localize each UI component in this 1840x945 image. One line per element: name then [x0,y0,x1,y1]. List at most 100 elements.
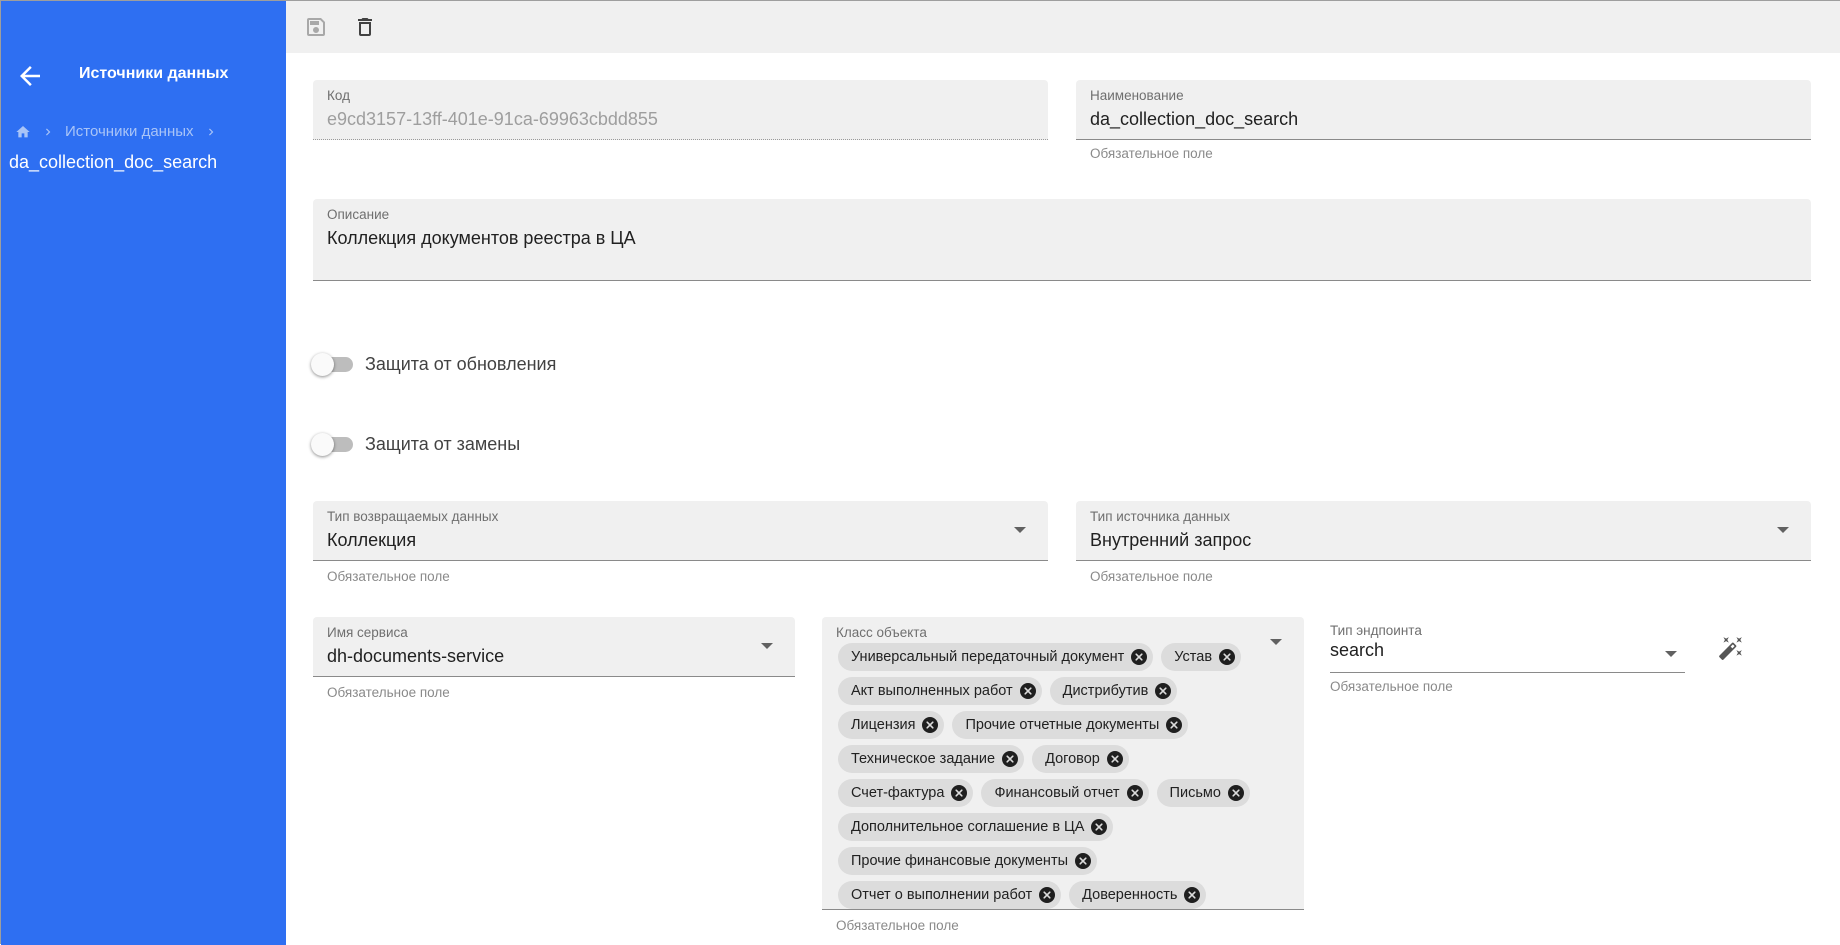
chip-label: Акт выполненных работ [851,683,1013,699]
endpoint-type-select[interactable]: Тип эндпоинта search [1330,623,1685,673]
chip-remove-icon[interactable] [1106,751,1123,767]
object-class-chip: Доверенность [1069,881,1207,909]
chip-remove-icon[interactable] [1019,683,1036,699]
breadcrumb: Источники данных [15,123,218,140]
protect-replace-label: Защита от замены [365,433,521,454]
object-class-multiselect[interactable]: Класс объекта Универсальный передаточный… [822,617,1304,910]
dropdown-arrow-icon[interactable] [1270,639,1282,645]
chip-label: Дополнительное соглашение в ЦА [851,819,1085,835]
object-class-chip: Письмо [1156,779,1250,807]
service-name-label: Имя сервиса [327,625,408,640]
chip-label: Прочие отчетные документы [965,717,1160,733]
source-type-select[interactable]: Тип источника данных Внутренний запрос [1076,501,1811,561]
object-class-chip: Акт выполненных работ [838,677,1042,705]
save-button[interactable] [302,13,330,41]
object-class-chip: Отчет о выполнении работ [838,881,1062,909]
description-label: Описание [327,207,390,222]
name-field[interactable]: Наименование da_collection_doc_search [1076,80,1811,140]
dropdown-arrow-icon[interactable] [1014,527,1026,533]
magic-wand-icon [1719,637,1742,660]
chip-label: Устав [1174,649,1213,665]
chip-remove-icon[interactable] [1075,853,1092,869]
delete-button[interactable] [351,13,379,41]
chip-remove-icon[interactable] [1131,649,1148,665]
chip-remove-icon[interactable] [1227,785,1244,801]
return-type-select[interactable]: Тип возвращаемых данных Коллекция [313,501,1048,561]
chip-remove-icon[interactable] [1166,717,1183,733]
object-class-chip: Дополнительное соглашение в ЦА [838,813,1114,841]
code-value: e9cd3157-13ff-401e-91ca-69963cbdd855 [327,109,658,129]
dropdown-arrow-icon[interactable] [1665,651,1677,657]
description-value[interactable]: Коллекция документов реестра в ЦА [327,228,1797,249]
chip-label: Доверенность [1082,887,1178,903]
code-field: Код e9cd3157-13ff-401e-91ca-69963cbdd855 [313,80,1048,140]
chip-label: Счет-фактура [851,785,945,801]
endpoint-type-hint: Обязательное поле [1330,679,1453,694]
chip-label: Прочие финансовые документы [851,853,1069,869]
object-class-chip: Техническое задание [838,745,1025,773]
description-field[interactable]: Описание Коллекция документов реестра в … [313,199,1811,281]
chip-label: Дистрибутив [1062,683,1149,699]
chip-remove-icon[interactable] [951,785,968,801]
object-class-chip: Лицензия [838,711,945,739]
name-value[interactable]: da_collection_doc_search [1090,109,1797,130]
dropdown-arrow-icon[interactable] [1777,527,1789,533]
toggle-switch[interactable] [311,351,355,377]
service-name-select[interactable]: Имя сервиса dh-documents-service [313,617,795,677]
source-type-label: Тип источника данных [1090,509,1231,524]
app-window: Источники данных Источники данных da_col… [0,0,1840,945]
breadcrumb-current: da_collection_doc_search [9,152,218,172]
chip-remove-icon[interactable] [1039,887,1056,903]
source-type-value: Внутренний запрос [1090,530,1252,550]
sidebar-title: Источники данных [79,65,229,82]
toggle-switch[interactable] [311,431,355,457]
chip-remove-icon[interactable] [1091,819,1108,835]
protect-update-label: Защита от обновления [365,353,557,374]
object-class-chip: Дистрибутив [1049,677,1178,705]
object-class-chip: Счет-фактура [838,779,974,807]
chevron-right-icon [204,125,218,139]
object-class-chip: Договор [1032,745,1129,773]
name-hint: Обязательное поле [1090,146,1213,161]
chip-label: Техническое задание [851,751,996,767]
chip-remove-icon[interactable] [1219,649,1236,665]
return-type-value: Коллекция [327,530,417,550]
sidebar: Источники данных Источники данных da_col… [1,1,286,945]
delete-icon [358,18,372,36]
chip-remove-icon[interactable] [1184,887,1201,903]
service-name-value: dh-documents-service [327,646,505,666]
object-class-label: Класс объекта [836,625,927,640]
object-class-chip: Устав [1161,643,1242,671]
auto-fill-button[interactable] [1716,633,1746,663]
source-type-hint: Обязательное поле [1090,569,1213,584]
chip-label: Лицензия [851,717,916,733]
protect-replace-toggle[interactable]: Защита от замены [311,431,520,457]
chip-list: Универсальный передаточный документ Устав… [838,643,1268,909]
save-icon [307,18,325,36]
return-type-hint: Обязательное поле [327,569,450,584]
form-area: Код e9cd3157-13ff-401e-91ca-69963cbdd855… [286,53,1840,945]
chip-remove-icon[interactable] [1002,751,1019,767]
service-name-hint: Обязательное поле [327,685,450,700]
object-class-hint: Обязательное поле [836,918,959,933]
object-class-chip: Прочие отчетные документы [952,711,1189,739]
chip-label: Финансовый отчет [994,785,1120,801]
chip-label: Договор [1045,751,1100,767]
dropdown-arrow-icon[interactable] [761,643,773,649]
name-label: Наименование [1090,88,1184,103]
chip-remove-icon[interactable] [1126,785,1143,801]
chip-remove-icon[interactable] [1155,683,1172,699]
chip-label: Универсальный передаточный документ [851,649,1125,665]
protect-update-toggle[interactable]: Защита от обновления [311,351,556,377]
arrow-left-icon [20,66,40,86]
object-class-chip: Универсальный передаточный документ [838,643,1154,671]
breadcrumb-link[interactable]: Источники данных [65,123,194,140]
chip-label: Письмо [1169,785,1221,801]
chip-remove-icon[interactable] [922,717,939,733]
back-button[interactable] [15,61,45,91]
endpoint-type-label: Тип эндпоинта [1330,623,1422,638]
return-type-label: Тип возвращаемых данных [327,509,499,524]
home-icon[interactable] [15,124,31,140]
chip-label: Отчет о выполнении работ [851,887,1033,903]
code-label: Код [327,88,350,103]
